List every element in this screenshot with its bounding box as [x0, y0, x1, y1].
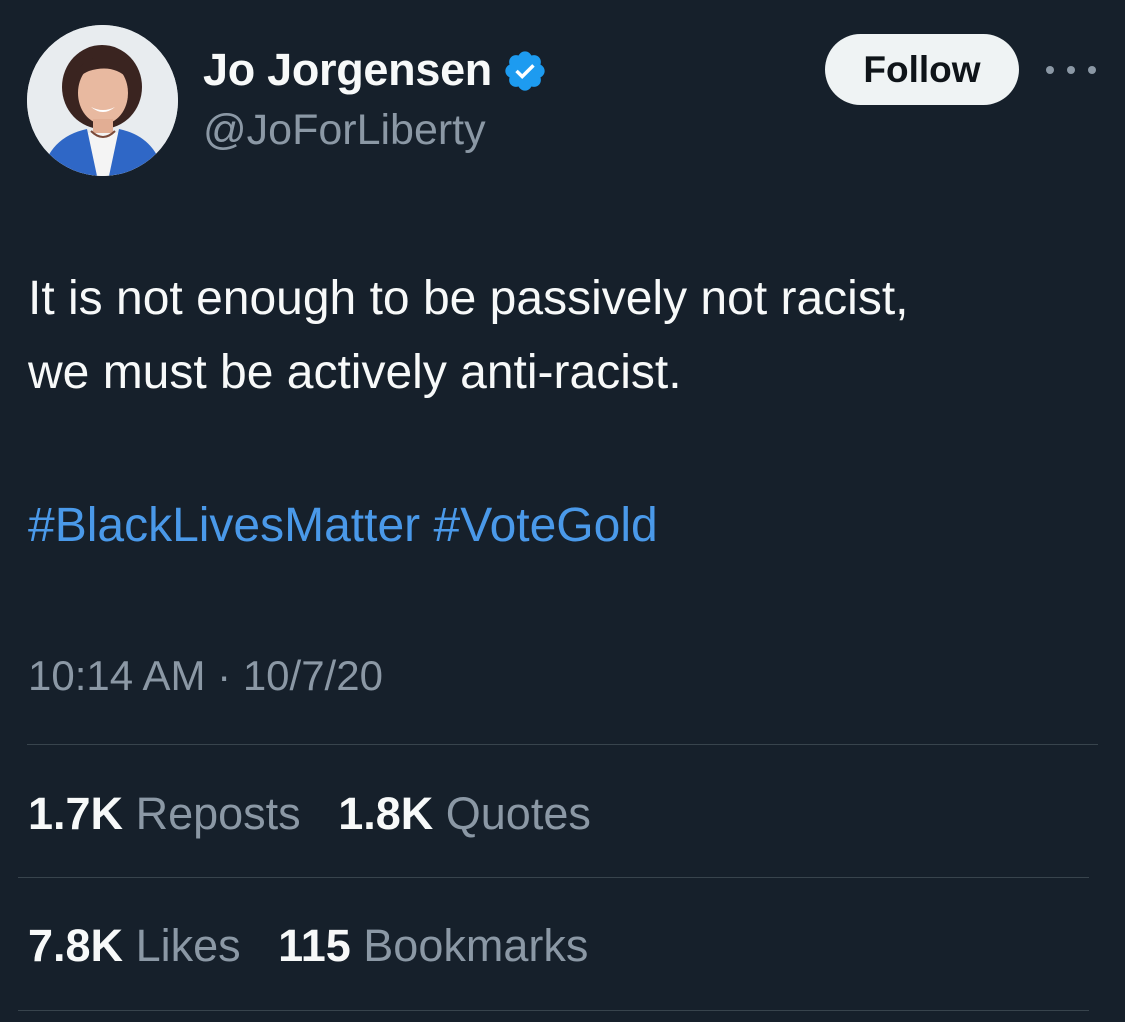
hashtag-link[interactable]: #VoteGold: [434, 499, 658, 552]
tweet-text-line: we must be actively anti-racist.: [28, 346, 682, 399]
tweet-text: It is not enough to be passively not rac…: [28, 262, 1108, 410]
author-handle[interactable]: @JoForLiberty: [203, 106, 486, 155]
timestamp-separator: ·: [217, 652, 232, 699]
dot: [1088, 66, 1096, 74]
verified-badge-icon: [502, 48, 548, 94]
timestamp[interactable]: 10:14 AM · 10/7/20: [28, 646, 383, 706]
divider: [27, 744, 1098, 745]
quotes-count: 1.8K: [338, 788, 434, 839]
quotes-label: Quotes: [445, 788, 591, 839]
follow-button[interactable]: Follow: [825, 34, 1019, 105]
tweet-text-line: It is not enough to be passively not rac…: [28, 272, 909, 325]
likes-stat[interactable]: 7.8K Likes: [28, 920, 253, 971]
divider: [18, 1010, 1089, 1011]
tweet-date: 10/7/20: [242, 652, 383, 699]
hashtags: #BlackLivesMatter #VoteGold: [28, 489, 658, 563]
likes-count: 7.8K: [28, 920, 124, 971]
tweet-card: Jo Jorgensen @JoForLiberty Follow It is …: [0, 0, 1125, 1022]
stats-row-reposts-quotes: 1.7K Reposts 1.8K Quotes: [28, 782, 591, 846]
divider: [18, 877, 1089, 878]
quotes-stat[interactable]: 1.8K Quotes: [338, 788, 591, 839]
likes-label: Likes: [135, 920, 241, 971]
stats-row-likes-bookmarks: 7.8K Likes 115 Bookmarks: [28, 914, 588, 978]
author-name-row[interactable]: Jo Jorgensen: [203, 42, 548, 98]
avatar[interactable]: [27, 25, 178, 176]
hashtag-link[interactable]: #BlackLivesMatter: [28, 499, 420, 552]
reposts-count: 1.7K: [28, 788, 124, 839]
bookmarks-label: Bookmarks: [363, 920, 589, 971]
dot: [1046, 66, 1054, 74]
bookmarks-stat[interactable]: 115 Bookmarks: [278, 920, 588, 971]
dot: [1067, 66, 1075, 74]
bookmarks-count: 115: [278, 920, 351, 971]
reposts-stat[interactable]: 1.7K Reposts: [28, 788, 313, 839]
author-display-name[interactable]: Jo Jorgensen: [203, 44, 492, 96]
tweet-time: 10:14 AM: [28, 652, 206, 699]
reposts-label: Reposts: [135, 788, 301, 839]
profile-photo-icon: [27, 25, 178, 176]
ellipsis-icon[interactable]: [1046, 55, 1096, 85]
